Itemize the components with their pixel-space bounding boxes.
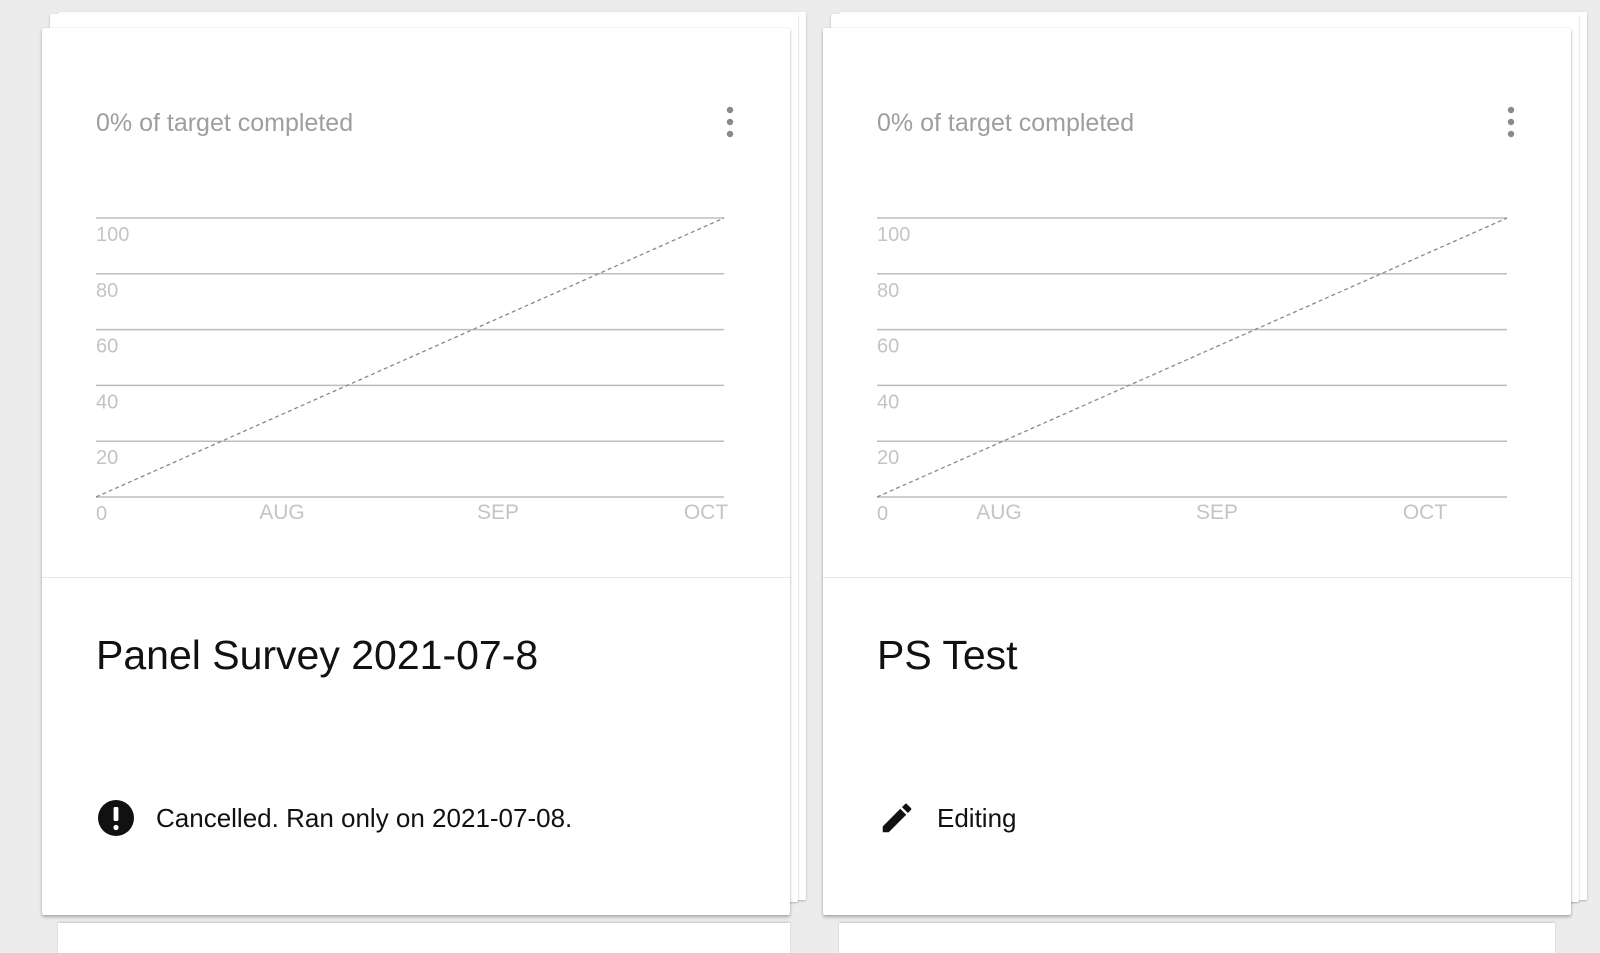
status-row: Cancelled. Ran only on 2021-07-08. <box>96 798 572 838</box>
y-tick-label: 0 <box>877 503 888 525</box>
card-header: 0% of target completed <box>96 106 736 148</box>
next-card-top-edge-left <box>58 923 790 953</box>
divider <box>42 577 790 578</box>
y-tick-label: 60 <box>877 336 899 358</box>
x-tick-label: OCT <box>1403 501 1448 524</box>
survey-card[interactable]: 0% of target completed 100 80 60 40 20 0 AUG SE… <box>42 28 790 915</box>
y-tick-label: 0 <box>96 503 107 525</box>
pencil-icon <box>877 798 917 838</box>
y-tick-label: 100 <box>96 224 129 246</box>
more-vert-icon <box>1507 106 1515 138</box>
y-tick-label: 100 <box>877 224 910 246</box>
survey-title: PS Test <box>877 632 1018 678</box>
target-progress-chart: 100 80 60 40 20 0 AUG SEP OCT <box>876 208 1517 538</box>
next-card-top-edge-right <box>839 923 1555 953</box>
y-tick-label: 20 <box>96 447 118 469</box>
status-text: Cancelled. Ran only on 2021-07-08. <box>156 802 573 833</box>
more-menu-button[interactable] <box>1491 102 1531 142</box>
y-tick-label: 40 <box>877 391 899 413</box>
status-text: Editing <box>937 802 1017 833</box>
x-tick-label: AUG <box>259 501 305 524</box>
more-vert-icon <box>726 106 734 138</box>
survey-card-stack: 0% of target completed 100 80 60 40 20 0 AUG SE… <box>823 12 1587 918</box>
x-tick-label: OCT <box>684 501 729 524</box>
survey-card[interactable]: 0% of target completed 100 80 60 40 20 0 AUG SE… <box>823 28 1571 915</box>
target-progress-chart: 100 80 60 40 20 0 AUG SEP OCT <box>95 208 736 538</box>
y-tick-label: 80 <box>96 280 118 302</box>
status-row: Editing <box>877 798 1017 838</box>
y-tick-label: 40 <box>96 391 118 413</box>
survey-title: Panel Survey 2021-07-8 <box>96 632 539 678</box>
y-tick-label: 20 <box>877 447 899 469</box>
y-tick-label: 80 <box>877 280 899 302</box>
divider <box>823 577 1571 578</box>
progress-label: 0% of target completed <box>96 109 354 137</box>
target-line <box>95 217 725 498</box>
alert-circle-icon <box>96 798 136 838</box>
x-tick-label: SEP <box>1196 501 1238 524</box>
x-tick-label: SEP <box>477 501 519 524</box>
y-tick-label: 60 <box>96 336 118 358</box>
target-line <box>876 217 1508 498</box>
card-header: 0% of target completed <box>877 106 1517 148</box>
progress-label: 0% of target completed <box>877 109 1135 137</box>
more-menu-button[interactable] <box>710 102 750 142</box>
survey-card-stack: 0% of target completed 100 80 60 40 20 0 AUG SE… <box>42 12 806 918</box>
x-tick-label: AUG <box>976 501 1022 524</box>
